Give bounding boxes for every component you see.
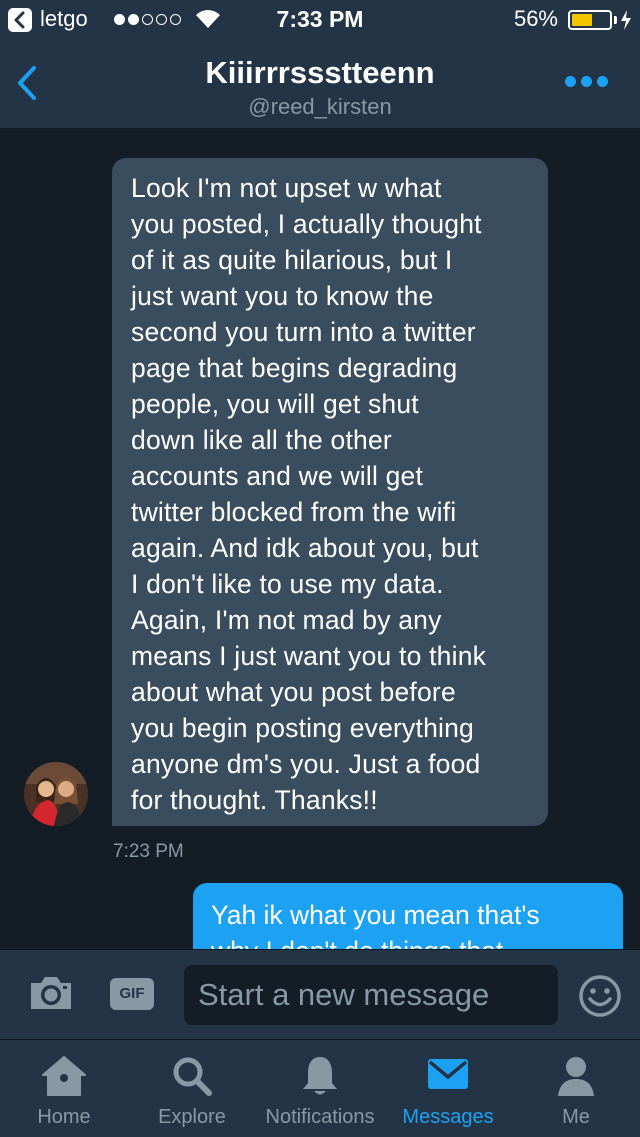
tab-home[interactable]: Home bbox=[0, 1040, 128, 1137]
search-icon bbox=[170, 1054, 214, 1103]
bell-icon bbox=[300, 1054, 340, 1103]
outgoing-message[interactable]: Yah ik what you mean that's why I don't … bbox=[193, 883, 623, 949]
tab-label: Messages bbox=[402, 1106, 494, 1128]
person-icon bbox=[554, 1054, 598, 1103]
tab-label: Explore bbox=[158, 1106, 226, 1128]
tab-messages[interactable]: Messages bbox=[384, 1040, 512, 1137]
message-timestamp: 7:23 PM bbox=[113, 841, 184, 862]
tab-label: Me bbox=[562, 1106, 590, 1128]
battery-tip bbox=[614, 16, 617, 24]
camera-icon[interactable] bbox=[28, 974, 74, 1017]
message-input[interactable] bbox=[184, 965, 558, 1025]
message-list[interactable]: Look I'm not upset w what you posted, I … bbox=[0, 129, 640, 949]
emoji-icon[interactable] bbox=[578, 974, 622, 1023]
tab-notifications[interactable]: Notifications bbox=[256, 1040, 384, 1137]
home-icon bbox=[40, 1054, 88, 1103]
envelope-icon bbox=[426, 1054, 470, 1099]
tab-me[interactable]: Me bbox=[512, 1040, 640, 1137]
battery-percent: 56% bbox=[513, 6, 558, 31]
message-composer: GIF bbox=[0, 949, 640, 1040]
gif-button[interactable]: GIF bbox=[110, 978, 154, 1010]
more-options-icon[interactable] bbox=[565, 76, 608, 87]
tab-label: Notifications bbox=[265, 1106, 375, 1128]
conversation-header: Kiiirrrssstteenn @reed_kirsten bbox=[0, 40, 640, 129]
tab-label: Home bbox=[37, 1106, 91, 1128]
contact-name: Kiiirrrssstteenn bbox=[205, 55, 435, 90]
incoming-message[interactable]: Look I'm not upset w what you posted, I … bbox=[112, 158, 548, 826]
avatar[interactable] bbox=[24, 762, 88, 826]
status-bar: letgo 7:33 PM 56% bbox=[0, 0, 640, 40]
battery-icon bbox=[568, 10, 612, 30]
contact-handle: @reed_kirsten bbox=[248, 94, 392, 119]
tab-bar: Home Explore Notifications Messages Me bbox=[0, 1039, 640, 1137]
tab-explore[interactable]: Explore bbox=[128, 1040, 256, 1137]
charging-bolt-icon bbox=[620, 9, 632, 36]
